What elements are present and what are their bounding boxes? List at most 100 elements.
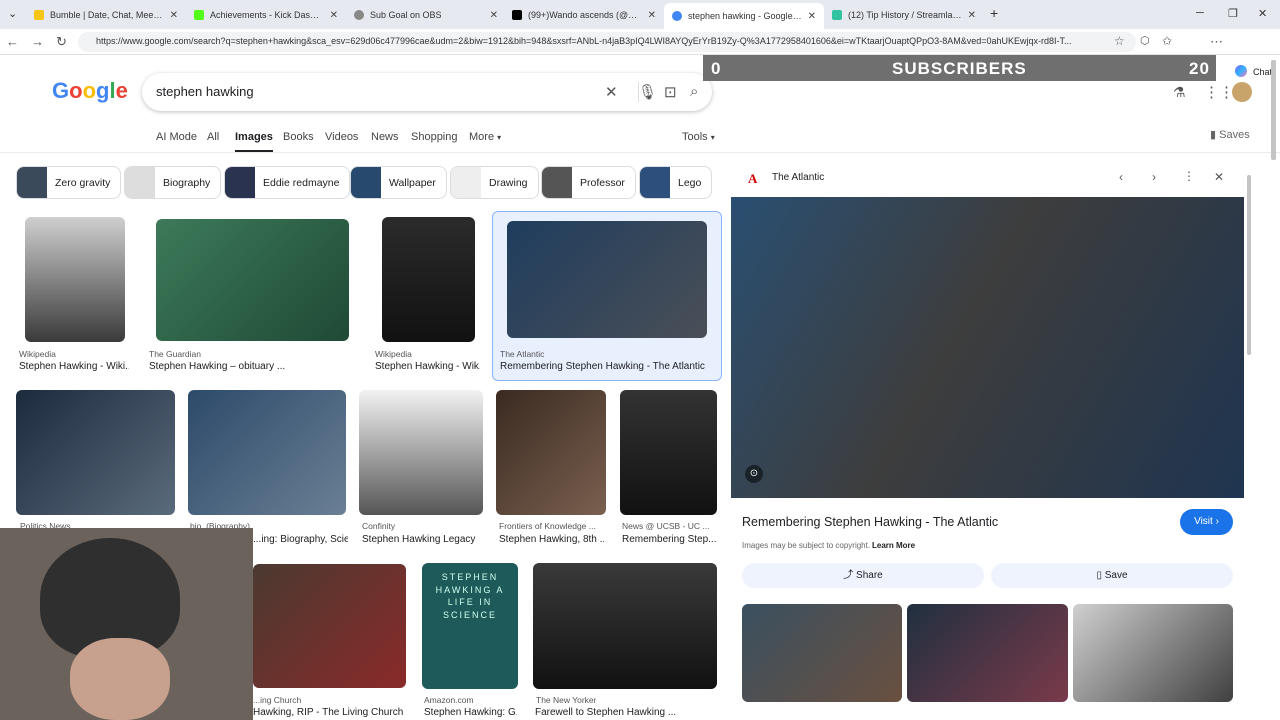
- more-options-icon[interactable]: ⋮: [1183, 169, 1195, 183]
- result-title[interactable]: Remembering Step...: [622, 534, 717, 545]
- extensions-icon[interactable]: ⬡: [1140, 34, 1150, 47]
- result-source: ...ing Church: [253, 695, 302, 705]
- close-tab-icon[interactable]: ✕: [808, 11, 816, 22]
- new-tab-icon[interactable]: +: [990, 5, 998, 21]
- url-bar[interactable]: https://www.google.com/search?q=stephen+…: [78, 32, 1136, 52]
- lens-search-icon[interactable]: ⊙: [745, 465, 763, 483]
- result-image[interactable]: [620, 390, 717, 515]
- related-image[interactable]: [742, 604, 902, 702]
- close-tab-icon[interactable]: ✕: [170, 10, 178, 21]
- tab-more[interactable]: More ▾: [469, 131, 501, 143]
- close-tab-icon[interactable]: ✕: [648, 10, 656, 21]
- visit-label: Visit: [1194, 516, 1213, 527]
- clear-search-icon[interactable]: ✕: [605, 83, 618, 101]
- tab-images[interactable]: Images: [235, 131, 273, 153]
- result-image[interactable]: [359, 390, 483, 515]
- related-image[interactable]: [1073, 604, 1233, 702]
- tab-kick[interactable]: Achievements - Kick Dashboard ✕: [186, 4, 346, 26]
- tab-bumble[interactable]: Bumble | Date, Chat, Meet New Pe ✕: [26, 4, 186, 26]
- subscriber-goal-overlay: 0 SUBSCRIBERS 20: [703, 55, 1216, 81]
- tab-books[interactable]: Books: [283, 131, 314, 143]
- result-image[interactable]: [253, 564, 406, 688]
- learn-more-link[interactable]: Learn More: [872, 541, 915, 550]
- chip-biography[interactable]: Biography: [124, 166, 222, 199]
- previous-arrow-icon[interactable]: ‹: [1119, 170, 1123, 184]
- tab-streamlabs[interactable]: (12) Tip History / Streamlabs ✕: [824, 4, 984, 26]
- result-title[interactable]: Stephen Hawking – obituary ...: [149, 361, 349, 372]
- visit-button[interactable]: Visit ›: [1180, 509, 1233, 535]
- page-scrollbar[interactable]: [1271, 60, 1276, 160]
- chip-professor[interactable]: Professor: [541, 166, 636, 199]
- tab-videos[interactable]: Videos: [325, 131, 358, 143]
- result-title[interactable]: Stephen Hawking - Wiki...: [19, 361, 129, 372]
- tab-google-search[interactable]: stephen hawking - Google Search ✕: [664, 3, 824, 29]
- result-image[interactable]: [156, 219, 349, 341]
- collections-icon[interactable]: ✩: [1162, 34, 1172, 48]
- result-image[interactable]: [496, 390, 606, 515]
- more-menu-icon[interactable]: ⋯: [1210, 34, 1223, 50]
- chat-label[interactable]: Chat: [1253, 67, 1272, 77]
- window-close-icon[interactable]: ✕: [1258, 7, 1267, 20]
- google-logo[interactable]: Google: [52, 78, 128, 104]
- tab-ai-mode[interactable]: AI Mode: [156, 131, 197, 143]
- chip-drawing[interactable]: Drawing: [450, 166, 539, 199]
- tab-news[interactable]: News: [371, 131, 399, 143]
- copilot-icon[interactable]: [1235, 65, 1247, 77]
- panel-title[interactable]: Remembering Stephen Hawking - The Atlant…: [742, 515, 998, 529]
- favorite-star-icon[interactable]: ☆: [1114, 34, 1125, 48]
- tab-list-chevron-icon[interactable]: ⌄: [8, 7, 17, 20]
- labs-flask-icon[interactable]: ⚗: [1173, 84, 1186, 101]
- panel-scrollbar[interactable]: [1247, 175, 1251, 355]
- chip-lego[interactable]: Lego: [639, 166, 713, 199]
- save-button[interactable]: ▯ Save: [991, 563, 1233, 588]
- microphone-icon[interactable]: 🎙: [638, 83, 657, 101]
- maximize-icon[interactable]: ❐: [1228, 7, 1238, 20]
- close-tab-icon[interactable]: ✕: [330, 10, 338, 21]
- next-arrow-icon[interactable]: ›: [1152, 170, 1156, 184]
- result-title[interactable]: Stephen Hawking - Wik...: [375, 361, 480, 372]
- search-icon[interactable]: ⌕: [690, 83, 698, 100]
- result-image[interactable]: [16, 390, 175, 515]
- chip-eddie-redmayne[interactable]: Eddie redmayne: [224, 166, 351, 199]
- browser-tab-strip: ⌄ Bumble | Date, Chat, Meet New Pe ✕ Achi…: [0, 0, 1280, 29]
- result-image[interactable]: [25, 217, 125, 342]
- reload-icon[interactable]: ↻: [56, 34, 67, 50]
- result-title[interactable]: Stephen Hawking Legacy: [362, 534, 482, 545]
- book-cover-image[interactable]: STEPHEN HAWKING A LIFE IN SCIENCE: [422, 563, 518, 689]
- chip-zero-gravity[interactable]: Zero gravity: [16, 166, 122, 199]
- result-title[interactable]: Farewell to Stephen Hawking ...: [535, 707, 717, 718]
- chip-wallpaper[interactable]: Wallpaper: [350, 166, 447, 199]
- result-image[interactable]: [188, 390, 346, 515]
- share-button[interactable]: ⤴ Share: [742, 563, 984, 588]
- apps-grid-icon[interactable]: ⋮⋮: [1204, 83, 1234, 101]
- result-title[interactable]: ...ing: Biography, Scie...: [253, 534, 348, 545]
- tab-tiktok[interactable]: (99+)Wando ascends (@wandoas ✕: [504, 4, 664, 26]
- result-title[interactable]: Stephen Hawking, 8th ...: [499, 534, 604, 545]
- minimize-icon[interactable]: ─: [1196, 7, 1204, 19]
- result-image[interactable]: [382, 217, 475, 342]
- search-input[interactable]: stephen hawking: [156, 84, 254, 99]
- forward-arrow-icon[interactable]: →: [31, 34, 44, 49]
- close-tab-icon[interactable]: ✕: [490, 10, 498, 21]
- result-image[interactable]: [507, 221, 707, 338]
- overlay-label: SUBSCRIBERS: [892, 59, 1027, 78]
- search-box[interactable]: stephen hawking ✕ 🎙 ⊡ ⌕: [142, 73, 712, 111]
- panel-source-name[interactable]: The Atlantic: [772, 172, 824, 183]
- result-title[interactable]: Hawking, RIP - The Living Church: [253, 707, 403, 718]
- tab-shopping[interactable]: Shopping: [411, 131, 458, 143]
- tools-button[interactable]: Tools ▾: [682, 131, 715, 143]
- result-image[interactable]: [533, 563, 717, 689]
- tab-sub-goal[interactable]: Sub Goal on OBS ✕: [346, 4, 506, 26]
- preview-image[interactable]: ⊙: [731, 197, 1244, 498]
- lens-camera-icon[interactable]: ⊡: [664, 83, 677, 101]
- chip-thumbnail: [17, 167, 47, 198]
- close-tab-icon[interactable]: ✕: [968, 10, 976, 21]
- saves-button[interactable]: ▮ Saves: [1210, 128, 1250, 141]
- back-arrow-icon[interactable]: ←: [6, 34, 19, 49]
- related-image[interactable]: [907, 604, 1068, 702]
- result-title[interactable]: Stephen Hawking: G...: [424, 707, 517, 718]
- result-title[interactable]: Remembering Stephen Hawking - The Atlant…: [500, 361, 715, 372]
- tab-all[interactable]: All: [207, 131, 219, 143]
- account-avatar[interactable]: [1232, 82, 1252, 102]
- close-panel-icon[interactable]: ✕: [1214, 170, 1224, 184]
